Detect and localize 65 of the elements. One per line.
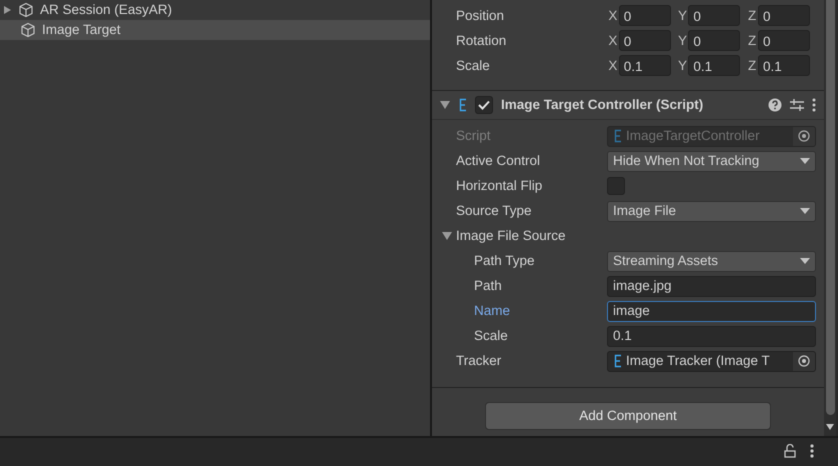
target-icon[interactable]: [798, 355, 810, 368]
dropdown[interactable]: Hide When Not Tracking: [607, 150, 816, 172]
axis-label: Y: [677, 56, 688, 75]
number-field[interactable]: 0.1: [758, 55, 810, 76]
number-field[interactable]: 0: [618, 5, 671, 26]
enable-checkbox[interactable]: [475, 96, 493, 114]
axis-label: X: [607, 56, 618, 75]
field-label: Scale: [456, 56, 491, 75]
presets-icon[interactable]: [790, 98, 804, 112]
field-label: Name: [474, 302, 512, 320]
number-field[interactable]: 0: [618, 30, 671, 52]
axis-label: Z: [747, 56, 758, 75]
field-label: Rotation: [456, 32, 508, 50]
field-label[interactable]: Image File Source: [456, 226, 607, 246]
text-field[interactable]: 0.1: [607, 326, 816, 347]
number-field[interactable]: 0.1: [618, 55, 671, 76]
field-label: Horizontal Flip: [456, 177, 544, 196]
field-label: Path: [474, 277, 503, 296]
axis-label: X: [607, 6, 618, 25]
number-field[interactable]: 0.1: [688, 55, 740, 76]
axis-label: Z: [747, 6, 758, 25]
checkbox[interactable]: [607, 177, 625, 196]
text-field[interactable]: image: [607, 300, 816, 322]
field-label: Position: [456, 6, 506, 25]
number-field[interactable]: 0: [688, 30, 740, 52]
target-icon[interactable]: [798, 130, 810, 142]
dropdown-caret-icon: [800, 258, 810, 264]
menu-icon[interactable]: [812, 98, 816, 112]
hierarchy-item[interactable]: AR Session (EasyAR): [0, 0, 430, 20]
axis-label: Y: [677, 32, 688, 50]
field-label: Source Type: [456, 202, 533, 220]
dropdown-caret-icon: [800, 208, 810, 214]
text-field[interactable]: image.jpg: [607, 276, 816, 297]
number-field[interactable]: 0: [758, 5, 810, 26]
menu-icon[interactable]: [810, 444, 814, 458]
field-label: Active Control: [456, 152, 542, 170]
help-icon[interactable]: [768, 98, 782, 112]
foldout-arrow-icon[interactable]: [440, 101, 450, 110]
axis-label: X: [607, 32, 618, 50]
dropdown[interactable]: Streaming Assets: [607, 250, 816, 272]
object-field[interactable]: Image Tracker (Image T: [607, 350, 816, 372]
field-label: Path Type: [474, 252, 536, 270]
number-field[interactable]: 0: [688, 5, 740, 26]
field-label: Tracker: [456, 352, 502, 370]
dropdown[interactable]: Image File: [607, 200, 816, 222]
scrollbar[interactable]: [824, 0, 836, 436]
hierarchy-item[interactable]: Image Target: [0, 20, 430, 40]
number-field[interactable]: 0: [758, 30, 810, 52]
field-label: Script: [456, 127, 492, 146]
lock-icon[interactable]: [784, 444, 796, 458]
dropdown-caret-icon: [800, 158, 810, 164]
component-title: Image Target Controller (Script): [501, 96, 704, 114]
foldout-arrow-icon[interactable]: [442, 232, 452, 240]
scroll-down-icon[interactable]: [826, 424, 834, 430]
field-label: Scale: [474, 327, 509, 346]
scrollbar-thumb[interactable]: [826, 0, 835, 415]
script-icon: [613, 129, 622, 144]
expand-arrow-icon[interactable]: [4, 6, 12, 14]
script-icon: [613, 354, 622, 368]
cube-icon: [20, 22, 36, 38]
cube-icon: [18, 2, 34, 18]
axis-label: Z: [747, 32, 758, 50]
axis-label: Y: [677, 6, 688, 25]
script-icon: [458, 98, 467, 112]
add-component-button[interactable]: Add Component: [485, 402, 771, 430]
